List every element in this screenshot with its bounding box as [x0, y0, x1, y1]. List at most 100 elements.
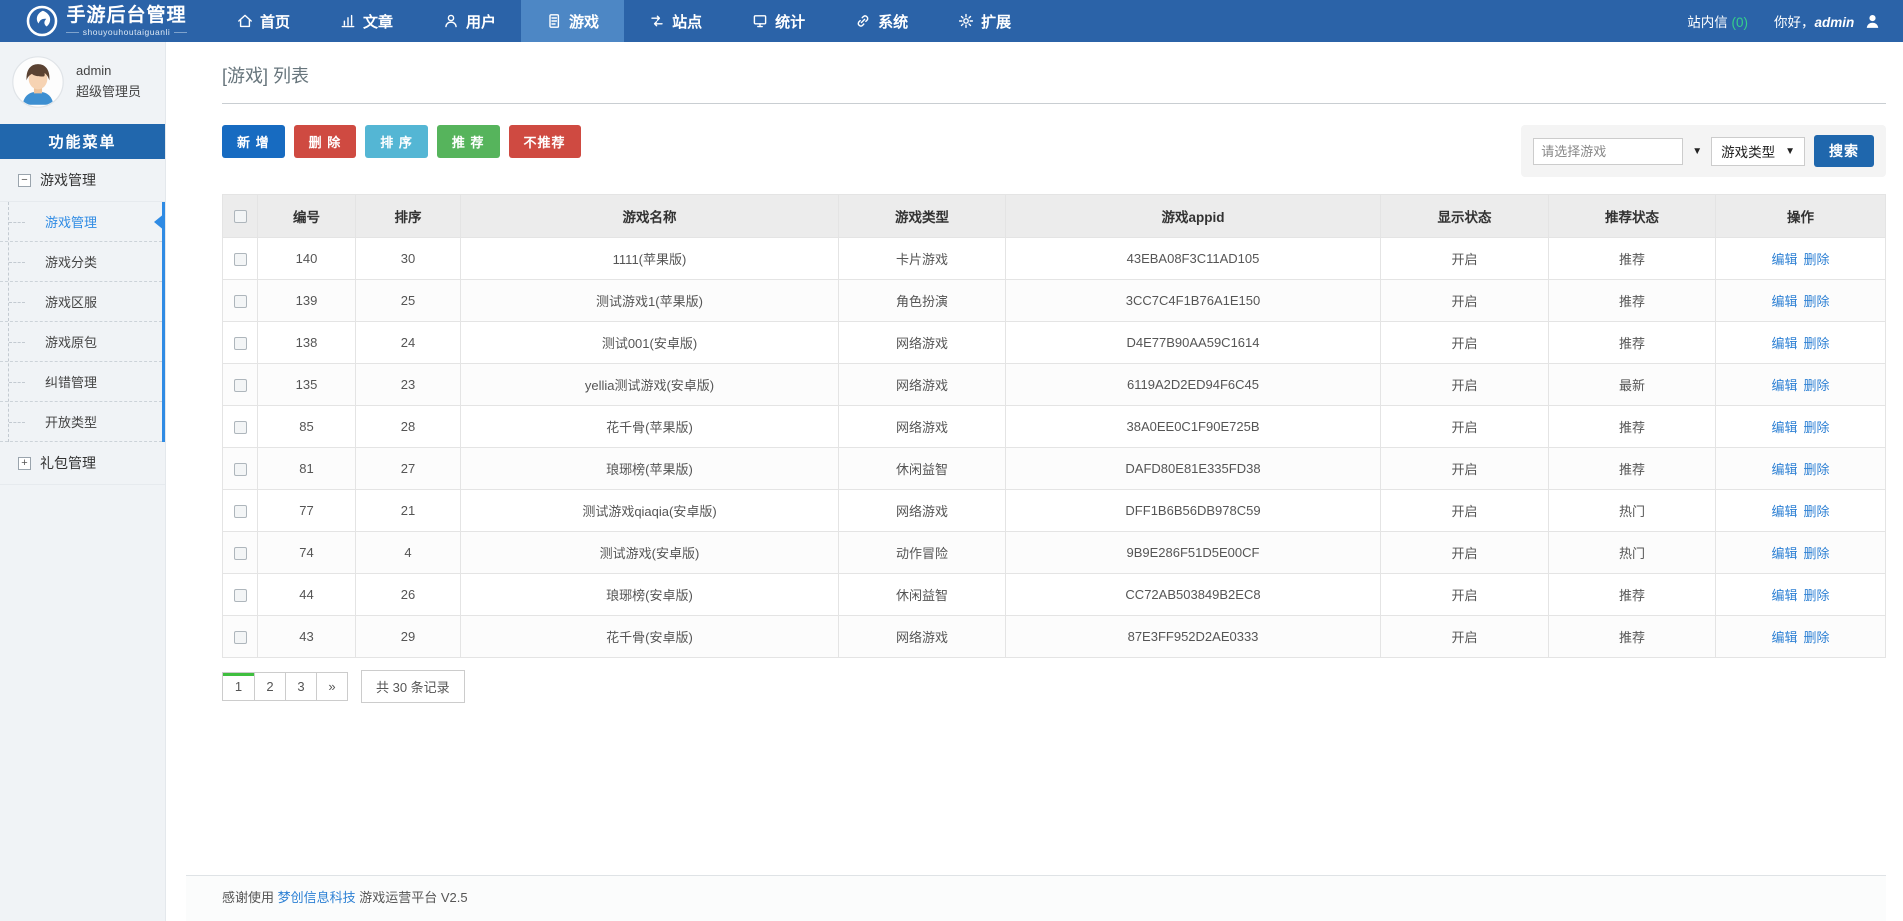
row-select-cell — [223, 532, 258, 574]
edit-link[interactable]: 编辑 — [1771, 378, 1797, 393]
delete-button[interactable]: 删 除 — [294, 125, 357, 158]
delete-link[interactable]: 删除 — [1804, 630, 1830, 645]
table-header-row: 编号排序游戏名称游戏类型游戏appid显示状态推荐状态操作 — [223, 195, 1886, 238]
column-header-游戏类型: 游戏类型 — [839, 195, 1006, 238]
row-checkbox[interactable] — [234, 463, 247, 476]
sort-button[interactable]: 排 序 — [365, 125, 428, 158]
recommend-status: 推荐 — [1549, 280, 1716, 322]
article-chart-icon — [340, 13, 356, 29]
sidebar-item-纠错管理[interactable]: 纠错管理 — [0, 362, 162, 402]
page-button-3[interactable]: 3 — [285, 673, 316, 700]
sidebar-group-label: 礼包管理 — [40, 453, 96, 473]
recommend-button[interactable]: 推 荐 — [437, 125, 500, 158]
delete-link[interactable]: 删除 — [1804, 588, 1830, 603]
title-divider — [222, 103, 1886, 104]
delete-link[interactable]: 删除 — [1804, 336, 1830, 351]
edit-link[interactable]: 编辑 — [1771, 462, 1797, 477]
row-id: 77 — [258, 490, 356, 532]
nav-item-label: 站点 — [672, 11, 702, 32]
row-sort: 23 — [356, 364, 461, 406]
row-checkbox[interactable] — [234, 421, 247, 434]
game-type-select[interactable]: 游戏类型 ▼ — [1711, 137, 1805, 166]
row-checkbox[interactable] — [234, 505, 247, 518]
nav-item-文章[interactable]: 文章 — [315, 0, 418, 42]
nav-item-统计[interactable]: 统计 — [727, 0, 830, 42]
nav-item-扩展[interactable]: 扩展 — [933, 0, 1036, 42]
search-panel: ▼ 游戏类型 ▼ 搜索 — [1521, 125, 1886, 177]
row-checkbox[interactable] — [234, 295, 247, 308]
display-status: 开启 — [1381, 532, 1549, 574]
delete-link[interactable]: 删除 — [1804, 420, 1830, 435]
row-id: 44 — [258, 574, 356, 616]
sidebar-item-游戏管理[interactable]: 游戏管理 — [0, 202, 162, 242]
display-status: 开启 — [1381, 238, 1549, 280]
recommend-status: 推荐 — [1549, 406, 1716, 448]
row-select-cell — [223, 406, 258, 448]
app-logo[interactable]: 手游后台管理 shouyouhoutaiguanli — [0, 0, 212, 42]
delete-link[interactable]: 删除 — [1804, 546, 1830, 561]
nav-item-游戏[interactable]: 游戏 — [521, 0, 624, 42]
menu-title: 功能菜单 — [0, 124, 165, 159]
edit-link[interactable]: 编辑 — [1771, 252, 1797, 267]
edit-link[interactable]: 编辑 — [1771, 504, 1797, 519]
edit-link[interactable]: 编辑 — [1771, 546, 1797, 561]
stats-monitor-icon — [752, 13, 768, 29]
user-menu[interactable]: 你好，admin — [1774, 11, 1881, 31]
delete-link[interactable]: 删除 — [1804, 294, 1830, 309]
nav-item-系统[interactable]: 系统 — [830, 0, 933, 42]
table-row: 4329花千骨(安卓版)网络游戏87E3FF952D2AE0333开启推荐编辑删… — [223, 616, 1886, 658]
row-sort: 24 — [356, 322, 461, 364]
edit-link[interactable]: 编辑 — [1771, 420, 1797, 435]
unrecommend-button[interactable]: 不推荐 — [509, 125, 581, 158]
next-page-button[interactable]: » — [316, 673, 347, 700]
row-checkbox[interactable] — [234, 253, 247, 266]
table-row: 140301111(苹果版)卡片游戏43EBA08F3C11AD105开启推荐编… — [223, 238, 1886, 280]
edit-link[interactable]: 编辑 — [1771, 588, 1797, 603]
vendor-link[interactable]: 梦创信息科技 — [278, 890, 356, 905]
nav-item-首页[interactable]: 首页 — [212, 0, 315, 42]
row-checkbox[interactable] — [234, 631, 247, 644]
expand-icon[interactable]: + — [18, 457, 31, 470]
row-id: 81 — [258, 448, 356, 490]
delete-link[interactable]: 删除 — [1804, 504, 1830, 519]
row-checkbox[interactable] — [234, 379, 247, 392]
game-combo-caret-icon[interactable]: ▼ — [1692, 146, 1702, 157]
display-status: 开启 — [1381, 322, 1549, 364]
edit-link[interactable]: 编辑 — [1771, 336, 1797, 351]
search-button[interactable]: 搜索 — [1814, 135, 1874, 167]
display-status: 开启 — [1381, 574, 1549, 616]
row-checkbox[interactable] — [234, 589, 247, 602]
sidebar-item-游戏区服[interactable]: 游戏区服 — [0, 282, 162, 322]
row-checkbox[interactable] — [234, 337, 247, 350]
edit-link[interactable]: 编辑 — [1771, 630, 1797, 645]
column-header-显示状态: 显示状态 — [1381, 195, 1549, 238]
sidebar-item-游戏分类[interactable]: 游戏分类 — [0, 242, 162, 282]
sidebar-group-礼包管理[interactable]: + 礼包管理 — [0, 442, 165, 485]
sidebar-group-游戏管理[interactable]: −游戏管理 — [0, 159, 165, 202]
nav-item-用户[interactable]: 用户 — [418, 0, 521, 42]
row-checkbox[interactable] — [234, 547, 247, 560]
column-header-编号: 编号 — [258, 195, 356, 238]
delete-link[interactable]: 删除 — [1804, 378, 1830, 393]
game-appid: 9B9E286F51D5E00CF — [1006, 532, 1381, 574]
row-sort: 4 — [356, 532, 461, 574]
game-search-input[interactable] — [1533, 138, 1683, 165]
page-button-2[interactable]: 2 — [254, 673, 285, 700]
sidebar-item-游戏原包[interactable]: 游戏原包 — [0, 322, 162, 362]
nav-item-站点[interactable]: 站点 — [624, 0, 727, 42]
add-button[interactable]: 新 增 — [222, 125, 285, 158]
collapse-icon[interactable]: − — [18, 174, 31, 187]
game-type: 网络游戏 — [839, 616, 1006, 658]
messages-link[interactable]: 站内信 (0) — [1687, 11, 1748, 31]
nav-item-label: 扩展 — [981, 11, 1011, 32]
delete-link[interactable]: 删除 — [1804, 252, 1830, 267]
display-status: 开启 — [1381, 490, 1549, 532]
page-button-1[interactable]: 1 — [223, 673, 254, 700]
delete-link[interactable]: 删除 — [1804, 462, 1830, 477]
game-name: 琅琊榜(苹果版) — [461, 448, 839, 490]
sidebar-item-开放类型[interactable]: 开放类型 — [0, 402, 162, 442]
row-id: 85 — [258, 406, 356, 448]
game-name: 测试游戏qiaqia(安卓版) — [461, 490, 839, 532]
select-all-checkbox[interactable] — [234, 210, 247, 223]
edit-link[interactable]: 编辑 — [1771, 294, 1797, 309]
